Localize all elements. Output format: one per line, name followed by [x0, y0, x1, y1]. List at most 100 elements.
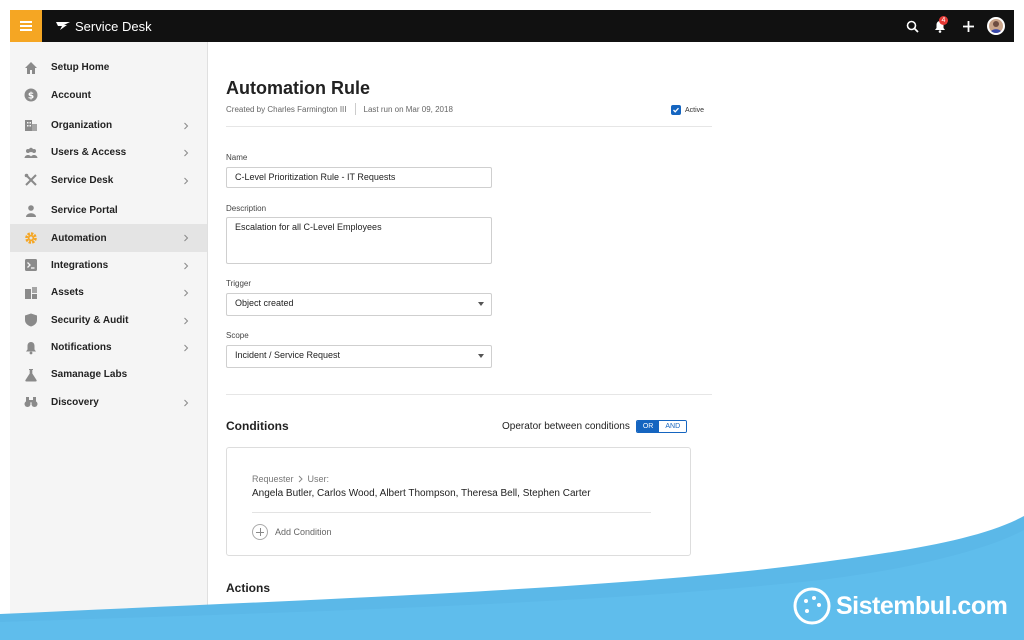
users-icon	[24, 147, 38, 158]
notifications-button[interactable]: 4	[926, 10, 954, 42]
sidebar-item-service-desk[interactable]: Service Desk	[10, 167, 207, 194]
sidebar-item-label: Setup Home	[51, 62, 110, 74]
svg-text:$: $	[28, 92, 34, 102]
operator-label: Operator between conditions	[502, 421, 630, 432]
chevron-right-icon	[184, 262, 189, 270]
watermark-text: Sistembul.com	[836, 591, 1008, 620]
binoculars-icon	[24, 397, 38, 408]
brand-name: Service Desk	[75, 18, 152, 34]
sidebar: Setup Home $ Account Organization Users …	[10, 42, 208, 640]
chevron-right-icon	[184, 317, 189, 324]
chevron-right-icon	[184, 234, 189, 242]
notification-badge: 4	[939, 16, 948, 25]
trigger-label: Trigger	[226, 279, 252, 288]
condition-subfield: User:	[307, 474, 330, 484]
chevron-right-icon	[184, 122, 189, 130]
bell-icon	[26, 341, 36, 354]
home-icon	[25, 61, 37, 74]
shield-icon	[25, 313, 37, 327]
active-toggle[interactable]: Active	[671, 105, 704, 115]
person-icon	[26, 204, 36, 217]
sidebar-item-label: Notifications	[51, 342, 112, 354]
sidebar-item-label: Service Portal	[51, 205, 118, 217]
caret-down-icon	[478, 302, 484, 306]
condition-field: Requester	[252, 474, 294, 484]
created-by-text: Created by Charles Farmington III	[226, 104, 347, 114]
page-title: Automation Rule	[226, 78, 370, 98]
watermark: Sistembul.com	[792, 586, 1008, 626]
sidebar-item-label: Integrations	[51, 259, 109, 271]
trigger-select[interactable]: Object created	[226, 293, 492, 316]
operator-and-button[interactable]: AND	[659, 421, 687, 432]
gear-icon	[25, 232, 37, 244]
hamburger-icon	[20, 21, 32, 31]
operator-or-button[interactable]: OR	[636, 421, 660, 432]
sidebar-item-label: Assets	[51, 287, 84, 299]
dollar-icon: $	[24, 88, 38, 102]
sidebar-item-label: Account	[51, 89, 91, 101]
assets-icon	[25, 286, 37, 299]
avatar	[987, 17, 1005, 35]
section-divider	[226, 394, 712, 395]
sidebar-item-notifications[interactable]: Notifications	[10, 334, 207, 361]
flask-icon	[25, 368, 37, 382]
sidebar-item-setup-home[interactable]: Setup Home	[10, 54, 207, 81]
chevron-right-icon	[184, 399, 189, 407]
condition-value[interactable]: Angela Butler, Carlos Wood, Albert Thomp…	[252, 488, 591, 499]
conditions-title: Conditions	[226, 419, 289, 433]
header-divider	[226, 126, 712, 127]
chevron-right-icon	[184, 344, 189, 352]
terminal-icon	[25, 259, 37, 272]
sidebar-item-account[interactable]: $ Account	[10, 81, 207, 108]
chevron-right-icon	[184, 289, 189, 297]
condition-divider	[252, 512, 651, 513]
sidebar-item-security-audit[interactable]: Security & Audit	[10, 307, 207, 334]
condition-path: Requester User:	[252, 474, 329, 484]
chevron-right-icon	[298, 475, 303, 483]
rule-meta: Created by Charles Farmington III Last r…	[226, 103, 453, 115]
sidebar-item-samanage-labs[interactable]: Samanage Labs	[10, 361, 207, 388]
last-run-text: Last run on Mar 09, 2018	[363, 104, 453, 114]
active-checkbox[interactable]	[671, 105, 681, 115]
top-bar: Service Desk 4	[10, 10, 1014, 42]
operator-toggle[interactable]: OR AND	[635, 420, 688, 433]
name-label: Name	[226, 153, 248, 162]
operator-selector: Operator between conditions OR AND	[502, 420, 688, 433]
sidebar-item-label: Automation	[51, 232, 107, 244]
sidebar-item-label: Organization	[51, 119, 113, 131]
chevron-right-icon	[184, 177, 189, 184]
add-button[interactable]	[954, 10, 982, 42]
sidebar-item-label: Service Desk	[51, 174, 114, 186]
tools-icon	[24, 173, 37, 186]
sidebar-item-label: Samanage Labs	[51, 369, 128, 381]
building-icon	[25, 120, 37, 132]
brand[interactable]: Service Desk	[56, 19, 152, 34]
active-label: Active	[685, 106, 705, 114]
search-button[interactable]	[898, 10, 926, 42]
sidebar-item-automation[interactable]: Automation	[10, 224, 207, 252]
description-field[interactable]: Escalation for all C-Level Employees	[226, 217, 492, 264]
menu-button[interactable]	[10, 10, 42, 42]
sidebar-item-integrations[interactable]: Integrations	[10, 252, 207, 279]
chevron-right-icon	[184, 149, 189, 157]
sidebar-item-service-portal[interactable]: Service Portal	[10, 197, 207, 224]
sidebar-item-users-access[interactable]: Users & Access	[10, 139, 207, 166]
sidebar-item-label: Discovery	[51, 396, 99, 408]
sidebar-item-assets[interactable]: Assets	[10, 279, 207, 306]
add-condition-label: Add Condition	[275, 527, 332, 537]
scope-value: Incident / Service Request	[235, 350, 341, 360]
plus-circle-icon	[252, 524, 268, 540]
plus-icon	[962, 20, 974, 32]
trigger-value: Object created	[235, 298, 294, 308]
scope-select[interactable]: Incident / Service Request	[226, 345, 492, 368]
search-icon	[906, 20, 919, 33]
sidebar-item-organization[interactable]: Organization	[10, 112, 207, 139]
watermark-logo-icon	[793, 587, 831, 625]
name-field[interactable]: C-Level Prioritization Rule - IT Request…	[226, 167, 492, 188]
sidebar-item-discovery[interactable]: Discovery	[10, 389, 207, 416]
add-condition-button[interactable]: Add Condition	[252, 524, 332, 540]
user-menu[interactable]	[982, 10, 1010, 42]
sidebar-item-label: Users & Access	[51, 147, 127, 159]
meta-divider	[354, 103, 356, 115]
condition-card: Requester User: Angela Butler, Carlos Wo…	[226, 447, 691, 556]
